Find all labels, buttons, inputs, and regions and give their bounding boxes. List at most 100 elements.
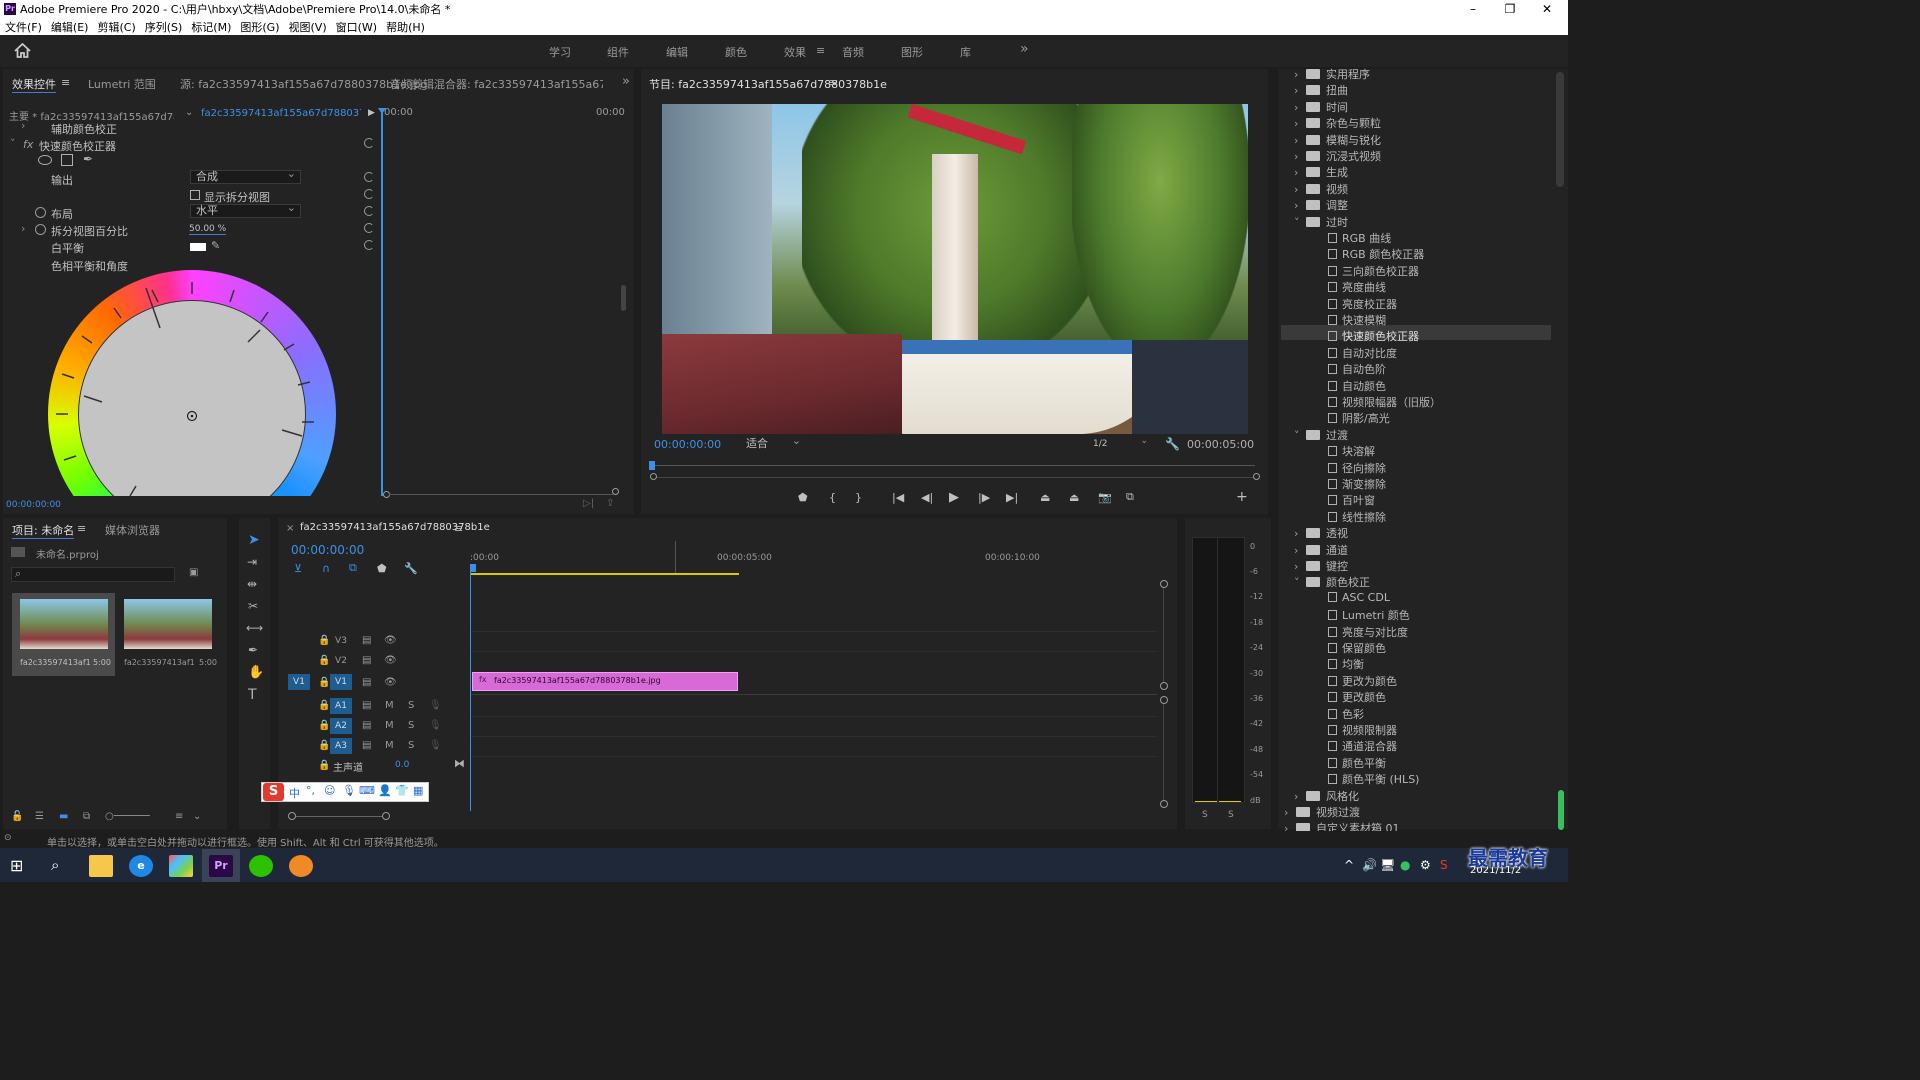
a-scroll-top[interactable] xyxy=(1160,696,1168,704)
timeline-playhead-handle[interactable] xyxy=(470,564,476,572)
reset-white-balance-icon[interactable] xyxy=(364,240,374,250)
add-button-icon[interactable]: + xyxy=(1236,489,1248,505)
linked-selection-icon[interactable]: ⧉ xyxy=(349,561,377,575)
effect-item[interactable]: 更改颜色 xyxy=(1328,689,1386,705)
more-workspaces-icon[interactable]: » xyxy=(1020,41,1029,57)
folder-expand-icon[interactable]: › xyxy=(1294,166,1306,179)
file-explorer-icon[interactable] xyxy=(89,855,113,877)
timeline-playhead[interactable] xyxy=(470,572,471,811)
tab-project[interactable]: 项目: 未命名 xyxy=(12,522,75,539)
menu-edit[interactable]: 编辑(E) xyxy=(51,19,89,35)
effect-item[interactable]: 自动对比度 xyxy=(1328,345,1397,361)
more-tabs-icon[interactable]: » xyxy=(622,74,630,89)
nest-toggle-icon[interactable]: ⊻ xyxy=(294,562,322,575)
add-marker-icon[interactable]: ⬟ xyxy=(798,491,829,504)
close-button[interactable]: ✕ xyxy=(1530,0,1564,18)
folder-expand-icon[interactable]: › xyxy=(1294,544,1306,557)
pen-tool-icon[interactable]: ✒ xyxy=(248,643,258,657)
effect-folder[interactable]: › 杂色与颗粒 xyxy=(1294,115,1381,131)
tab-audio-clip-mixer[interactable]: 音频剪辑混合器: fa2c33597413af155a67d788037 xyxy=(390,76,603,92)
timeline-clip[interactable]: fx fa2c33597413af155a67d7880378b1e.jpg xyxy=(472,672,738,691)
folder-expand-icon[interactable]: › xyxy=(1294,84,1306,97)
play-only-icon[interactable]: ▶ xyxy=(368,108,375,118)
v-scroll-track[interactable] xyxy=(1163,588,1164,682)
project-menu-icon[interactable]: ≡ xyxy=(77,522,86,535)
a-scroll-bottom[interactable] xyxy=(1160,800,1168,808)
snap-icon[interactable]: ∩ xyxy=(322,562,349,575)
freeform-view-icon[interactable]: ⧉ xyxy=(83,811,105,822)
work-area-bar[interactable] xyxy=(471,573,739,575)
premiere-taskbar-icon[interactable]: Pr xyxy=(209,855,233,877)
start-icon[interactable]: ⊞ xyxy=(10,856,23,875)
icon-view-icon[interactable]: ▬ xyxy=(59,811,83,822)
track-v1-label[interactable]: V1 xyxy=(330,674,352,690)
v-scroll-top[interactable] xyxy=(1160,580,1168,588)
store-app-icon[interactable] xyxy=(169,855,193,877)
program-zoom-right[interactable] xyxy=(1253,473,1260,480)
menu-file[interactable]: 文件(F) xyxy=(5,19,42,35)
selection-tool-icon[interactable]: ➤ xyxy=(248,532,260,548)
tab-menu-icon[interactable]: ≡ xyxy=(61,76,70,89)
new-bin-icon[interactable]: ▣ xyxy=(189,567,198,578)
maximize-button[interactable]: ❐ xyxy=(1493,0,1527,18)
h-zoom-left[interactable] xyxy=(288,812,296,820)
track-v1-lock-icon[interactable]: 🔒 xyxy=(318,677,330,688)
h-zoom-right[interactable] xyxy=(382,812,390,820)
menu-window[interactable]: 窗口(W) xyxy=(336,19,377,35)
effect-controls-timecode[interactable]: 00:00:00:00 xyxy=(6,500,61,510)
effect-folder[interactable]: › 风格化 xyxy=(1294,788,1359,804)
taskbar-search-icon[interactable]: ⌕ xyxy=(51,856,59,874)
reset-split-icon[interactable] xyxy=(364,189,374,199)
slip-tool-icon[interactable]: ⟷ xyxy=(246,621,263,635)
reset-output-icon[interactable] xyxy=(364,172,374,182)
output-dropdown[interactable]: 合成 xyxy=(190,168,301,184)
track-a3-mic-icon[interactable]: 🎙 xyxy=(429,740,442,751)
effect-folder[interactable]: › 键控 xyxy=(1294,558,1348,574)
track-v1-eye-icon[interactable]: 👁 xyxy=(384,677,397,688)
security-icon[interactable]: ● xyxy=(1400,858,1420,872)
type-tool-icon[interactable]: T xyxy=(248,687,257,703)
ime-mode[interactable]: 中 xyxy=(289,785,300,801)
wechat-icon[interactable] xyxy=(249,855,273,877)
sort-icon[interactable]: ≡ xyxy=(175,811,193,822)
effect-folder[interactable]: › 时间 xyxy=(1294,99,1348,115)
program-timecode[interactable]: 00:00:00:00 xyxy=(654,438,721,451)
hand-tool-icon[interactable]: ✋ xyxy=(248,665,264,680)
master-dropdown-icon[interactable]: ⌄ xyxy=(185,107,193,118)
lift-icon[interactable]: ⏏ xyxy=(1040,491,1069,504)
track-v1-sync-icon[interactable]: ▤ xyxy=(362,677,371,688)
effect-item[interactable]: 亮度校正器 xyxy=(1328,296,1397,312)
effect-controls-scrollbar[interactable] xyxy=(621,285,626,311)
sogou-logo-icon[interactable]: S xyxy=(263,783,284,801)
program-menu-icon[interactable]: ≡ xyxy=(829,76,838,89)
effect-folder[interactable]: › 模糊与锐化 xyxy=(1294,132,1381,148)
track-a3-label[interactable]: A3 xyxy=(330,738,352,754)
effect-item[interactable]: 百叶窗 xyxy=(1328,492,1375,508)
track-v2-lock-icon[interactable]: 🔒 xyxy=(318,655,330,666)
effect-item[interactable]: 线性擦除 xyxy=(1328,509,1386,525)
effect-item[interactable]: 三向颜色校正器 xyxy=(1328,263,1419,279)
project-item-2[interactable]: fa2c33597413af15... 5:00 xyxy=(116,593,219,676)
effects-scrollbar[interactable] xyxy=(1556,72,1564,187)
tab-lumetri-scopes[interactable]: Lumetri 范围 xyxy=(88,76,156,92)
wrench-icon[interactable]: 🔧 xyxy=(1165,437,1180,451)
track-a2-mute-icon[interactable]: M xyxy=(385,720,394,731)
folder-expand-icon[interactable]: › xyxy=(1294,199,1306,212)
ime-keyboard-icon[interactable]: ⌨ xyxy=(359,784,375,797)
effect-item[interactable]: 保留颜色 xyxy=(1328,640,1386,656)
menu-sequence[interactable]: 序列(S) xyxy=(145,19,183,35)
ime-user-icon[interactable]: 👤 xyxy=(378,784,392,797)
folder-expand-icon[interactable]: › xyxy=(1294,101,1306,114)
track-v3-eye-icon[interactable]: 👁 xyxy=(384,635,397,646)
workspace-learn[interactable]: 学习 xyxy=(549,44,571,60)
track-select-tool-icon[interactable]: ⇥ xyxy=(247,555,257,569)
track-a1-mute-icon[interactable]: M xyxy=(385,700,394,711)
workspace-assembly[interactable]: 组件 xyxy=(607,44,629,60)
layout-dropdown[interactable]: 水平 xyxy=(190,202,301,218)
program-playhead[interactable] xyxy=(649,461,655,470)
sort-dropdown-icon[interactable]: ⌄ xyxy=(193,811,201,822)
track-a2-lock-icon[interactable]: 🔒 xyxy=(318,720,330,731)
mini-playhead[interactable] xyxy=(381,112,383,496)
folder-collapse-icon[interactable]: ˅ xyxy=(1294,576,1306,589)
edge-browser-icon[interactable]: e xyxy=(129,855,153,877)
